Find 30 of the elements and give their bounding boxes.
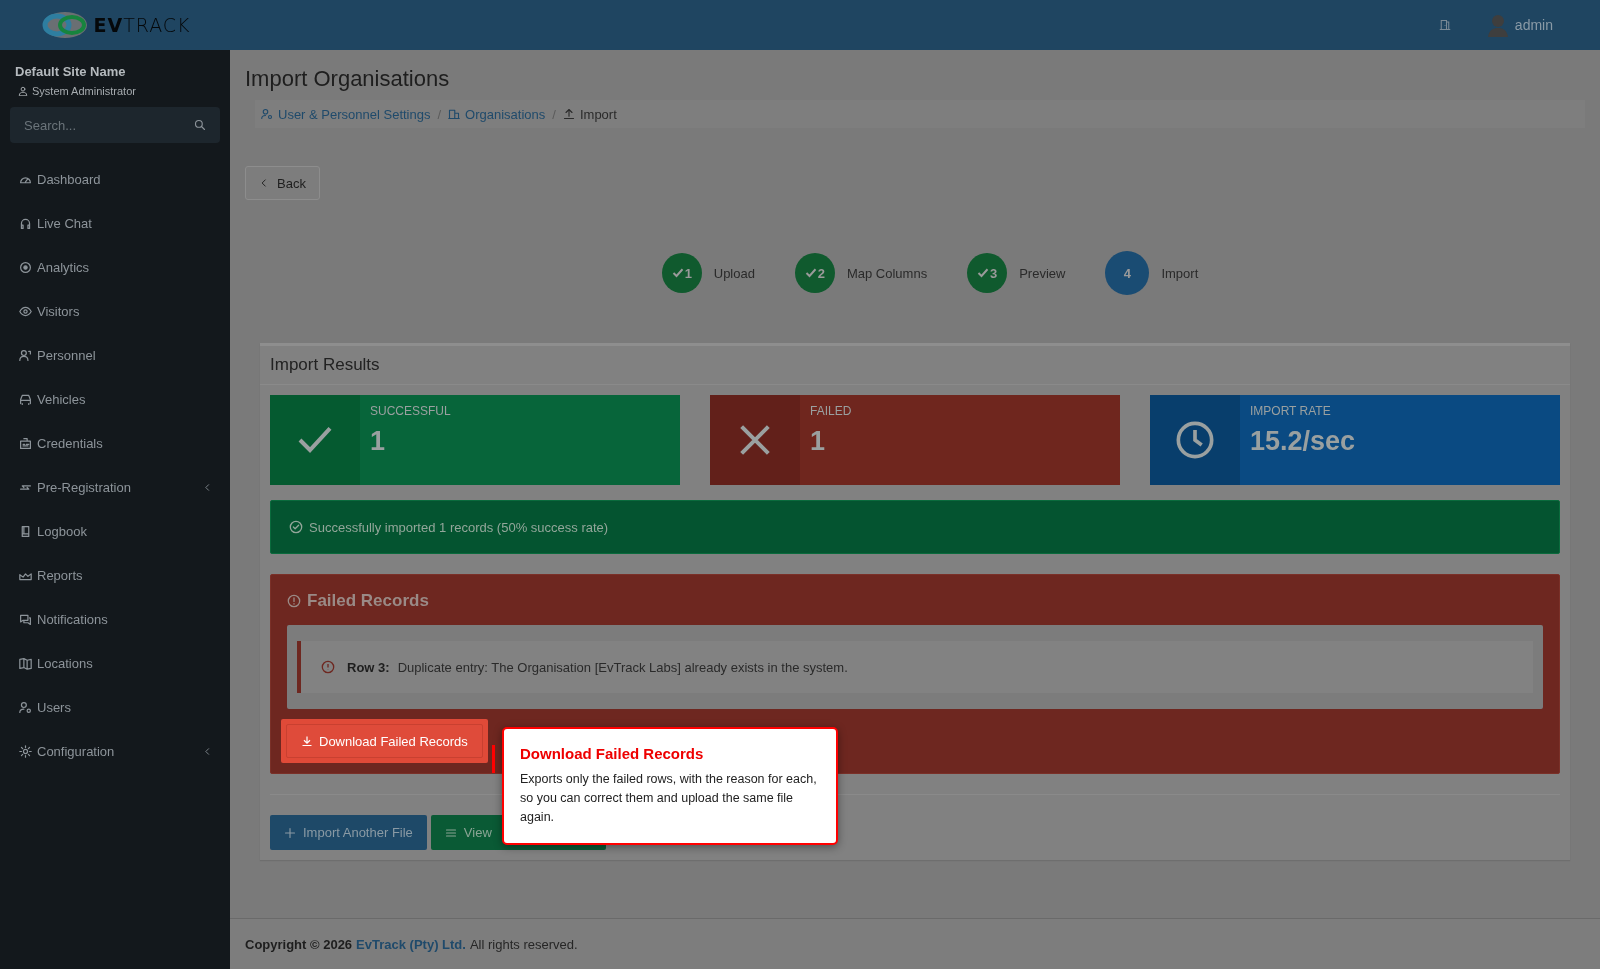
stat-label: FAILED bbox=[810, 404, 852, 418]
logo-text: EVTRACK bbox=[93, 14, 191, 36]
stat-value: 1 bbox=[370, 426, 387, 457]
breadcrumb-current: Import bbox=[562, 106, 617, 122]
step-label: Import bbox=[1161, 265, 1199, 281]
step-circle: 3 bbox=[967, 253, 1008, 293]
rights-text: All rights reserved. bbox=[469, 936, 578, 952]
step-circle: 1 bbox=[661, 253, 702, 293]
step-label: Map Columns bbox=[846, 265, 928, 281]
stat-value: 15.2/sec bbox=[1250, 426, 1356, 457]
copyright-text: Copyright © 2026 bbox=[245, 936, 353, 952]
step-circle: 4 bbox=[1105, 251, 1150, 295]
tooltip-title: Download Failed Records bbox=[520, 745, 705, 762]
stat-label: IMPORT RATE bbox=[1250, 404, 1332, 418]
step-label: Upload bbox=[713, 265, 755, 281]
error-message: Duplicate entry: The Organisation [EvTrack Labs] already exists in the system. bbox=[397, 659, 848, 675]
card-title: Import Results bbox=[260, 346, 1570, 385]
page-title: Import Organisations bbox=[245, 66, 451, 92]
step-label: Preview bbox=[1019, 265, 1066, 281]
stat-label: SUCCESSFUL bbox=[370, 404, 451, 418]
user-role: System Administrator bbox=[32, 85, 136, 97]
alert-text: Successfully imported 1 records (50% success rate) bbox=[309, 519, 609, 535]
breadcrumb-separator: / bbox=[552, 106, 556, 122]
stat-value: 1 bbox=[810, 426, 827, 457]
panel-title: Failed Records bbox=[307, 591, 429, 611]
row-label: Row 3: bbox=[347, 659, 390, 675]
breadcrumb-separator: / bbox=[437, 106, 442, 122]
site-name: Default Site Name bbox=[14, 63, 127, 79]
step-circle: 2 bbox=[794, 253, 835, 293]
tooltip-text: Exports only the failed rows, with the reason for each, so you can correct them and upload the same file again. bbox=[520, 771, 818, 826]
